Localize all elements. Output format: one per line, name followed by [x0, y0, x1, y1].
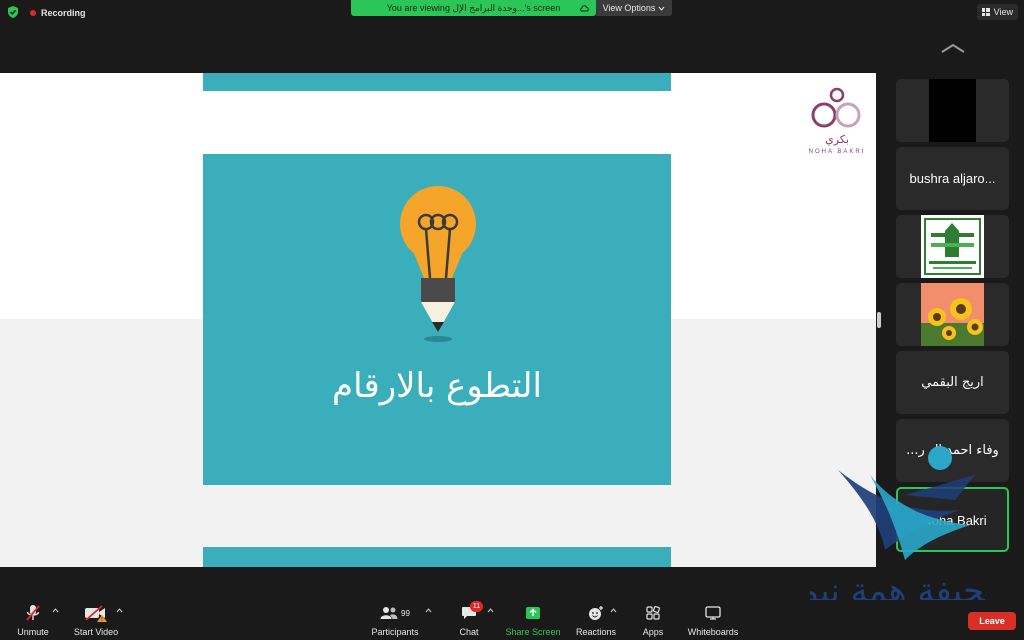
participant-video: [929, 79, 976, 142]
participants-button[interactable]: 99 Participants: [370, 603, 420, 637]
apps-icon: [646, 606, 660, 620]
grid-view-icon: [981, 8, 990, 16]
noha-bakri-logo: بكري NOHA BAKRI: [806, 85, 868, 159]
cloud-icon: [580, 5, 589, 12]
previous-slide-edge: [203, 73, 671, 91]
participant-avatar-image: [921, 283, 984, 346]
share-screen-label: Share Screen: [505, 627, 561, 637]
whiteboards-label: Whiteboards: [687, 627, 739, 637]
view-options-label: View Options: [602, 3, 656, 13]
audio-options-chevron-icon[interactable]: [52, 608, 59, 613]
participants-label: Participants: [371, 627, 419, 637]
participants-options-chevron-icon[interactable]: [425, 608, 432, 613]
participants-count: 99: [401, 608, 410, 618]
top-bar: Recording You are viewing وحدة البرامج ا…: [0, 0, 1024, 28]
whiteboard-icon: [705, 606, 721, 620]
participant-avatar-image: [921, 215, 984, 278]
view-button[interactable]: View: [976, 4, 1018, 20]
apps-button[interactable]: Apps: [640, 603, 666, 637]
participant-name: bushra aljaro...: [909, 171, 996, 186]
chat-button[interactable]: 11 Chat: [456, 601, 483, 637]
video-off-icon: !: [85, 605, 107, 622]
participant-tile-1[interactable]: [896, 79, 1009, 142]
meeting-toolbar: Unmute ! Start Video 99 Participants 11 …: [0, 600, 1024, 640]
logo-emblem-icon: [811, 87, 861, 128]
chevron-down-icon: [659, 6, 665, 11]
participant-tile-6[interactable]: وفاء احمد ال ر...: [896, 419, 1009, 482]
slide-title: التطوع بالارقام: [332, 366, 542, 406]
chevron-up-icon[interactable]: [940, 42, 966, 54]
whiteboards-button[interactable]: Whiteboards: [686, 603, 740, 637]
share-screen-button[interactable]: Share Screen: [505, 603, 561, 637]
encryption-shield-icon[interactable]: [6, 5, 20, 19]
participant-name: وفاء احمد ال ر...: [906, 443, 999, 458]
unmute-button[interactable]: Unmute: [16, 603, 50, 637]
recording-label: Recording: [41, 8, 86, 18]
apps-label: Apps: [642, 627, 664, 637]
view-label: View: [993, 7, 1013, 17]
participant-name: Noha Bakri: [922, 513, 987, 528]
reactions-options-chevron-icon[interactable]: [610, 608, 617, 613]
logo-subtext: NOHA BAKRI: [808, 149, 866, 155]
participant-tile-4[interactable]: [896, 283, 1009, 346]
next-slide-edge: [203, 547, 671, 567]
leave-button[interactable]: Leave: [968, 612, 1016, 630]
record-dot-icon: [30, 10, 36, 16]
participant-name: اريج البقمي: [921, 375, 984, 390]
unmute-label: Unmute: [17, 627, 49, 637]
reactions-label: Reactions: [575, 627, 617, 637]
strip-resize-handle[interactable]: [877, 312, 881, 328]
recording-indicator[interactable]: Recording: [30, 6, 86, 20]
view-options-button[interactable]: View Options: [596, 0, 672, 16]
logo-text: بكري: [825, 133, 849, 146]
participant-tile-active-speaker[interactable]: Noha Bakri: [896, 487, 1009, 552]
participants-icon: [380, 607, 398, 619]
lightbulb-pencil-icon: [400, 186, 476, 342]
participant-tile-3[interactable]: [896, 215, 1009, 278]
reaction-smiley-icon: [589, 606, 603, 620]
video-options-chevron-icon[interactable]: [116, 608, 123, 613]
share-screen-icon: [526, 607, 540, 619]
chat-unread-badge: 11: [470, 601, 483, 612]
presentation-slide: التطوع بالارقام: [203, 154, 671, 485]
viewing-banner-text: You are viewing وحدة البرامج الإل...'s s…: [386, 2, 561, 13]
participant-tile-5[interactable]: اريج البقمي: [896, 351, 1009, 414]
start-video-button[interactable]: ! Start Video: [72, 603, 120, 637]
start-video-label: Start Video: [73, 627, 119, 637]
chat-options-chevron-icon[interactable]: [487, 608, 494, 613]
shared-screen[interactable]: التطوع بالارقام بكري NOHA BAKRI: [0, 73, 876, 567]
viewing-banner: You are viewing وحدة البرامج الإل...'s s…: [351, 0, 596, 16]
microphone-muted-icon: [26, 605, 40, 621]
participant-tile-2[interactable]: bushra aljaro...: [896, 147, 1009, 210]
chat-label: Chat: [459, 627, 479, 637]
zoom-window: Recording You are viewing وحدة البرامج ا…: [0, 0, 1024, 640]
